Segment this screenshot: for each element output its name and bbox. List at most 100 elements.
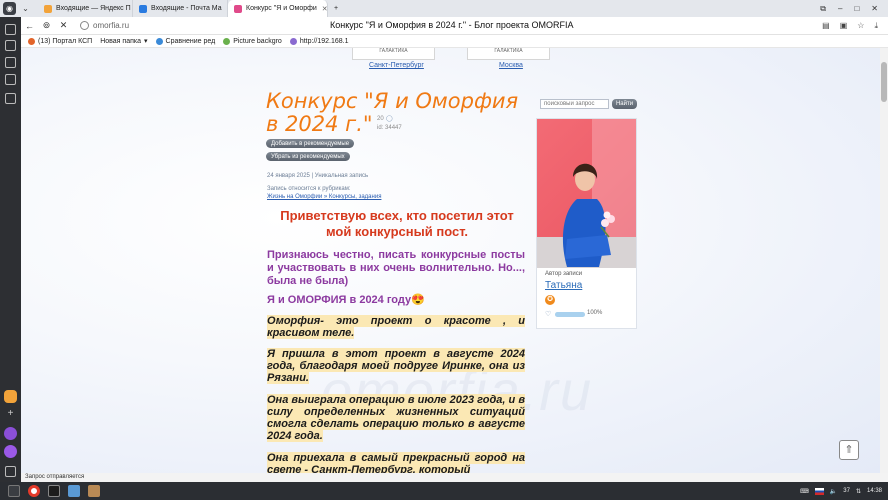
- city-link-spb[interactable]: Санкт-Петербург: [369, 62, 424, 69]
- paragraph-4: Она приехала в самый прекрасный город на…: [267, 452, 525, 473]
- volume-icon[interactable]: 🔈: [830, 488, 837, 495]
- add-panel-icon[interactable]: +: [5, 409, 16, 420]
- keyboard-layout-icon[interactable]: ⌨: [800, 488, 809, 495]
- network-icon[interactable]: ⇅: [856, 488, 861, 495]
- heart-icon: ♡: [545, 311, 552, 318]
- tabs-menu-button[interactable]: ⌄: [19, 2, 32, 15]
- site-info-icon[interactable]: ⊚: [38, 20, 55, 31]
- url-text: omorfia.ru: [93, 21, 130, 30]
- files-icon[interactable]: [68, 485, 80, 497]
- bookmark-star-icon[interactable]: ☆: [857, 21, 864, 31]
- rating-bar-fill: [555, 312, 585, 317]
- scroll-top-button[interactable]: ⇑: [839, 440, 859, 460]
- tab-omorfia[interactable]: Конкурс "Я и Оморфи ✕: [228, 0, 328, 17]
- rating-percent: 100%: [587, 310, 603, 316]
- rubric-links[interactable]: Жизнь на Оморфии » Конкурсы, задания: [267, 193, 381, 201]
- search-button[interactable]: Найти: [612, 99, 637, 109]
- chevron-down-icon: ▾: [144, 38, 148, 45]
- bookmark-favicon-icon: [289, 37, 297, 45]
- tab-bar: ◉ ⌄ Входящие — Яндекс П Входящие - Почта…: [0, 0, 888, 17]
- author-name-link[interactable]: Татьяна: [545, 280, 582, 291]
- maximize-icon[interactable]: □: [854, 4, 859, 14]
- messenger-app-icon[interactable]: [4, 427, 17, 440]
- yandex-browser-icon[interactable]: [28, 485, 40, 497]
- profile-button[interactable]: ◉: [3, 2, 16, 15]
- bookmark-favicon-icon: [223, 37, 231, 45]
- city-card-spb[interactable]: ГАЛАКТИКА: [352, 48, 435, 60]
- reader-icon[interactable]: ▤: [822, 21, 830, 31]
- search-input[interactable]: [540, 99, 609, 109]
- system-tray: ⌨ 🔈 37 ⇅ 14:38: [800, 487, 888, 495]
- address-bar-actions: ▤ ▣ ☆ ⤓: [822, 21, 888, 31]
- greeting-heading: Приветствую всех, кто посетил этот мой к…: [280, 208, 514, 239]
- omorfia-favicon-icon: [234, 4, 242, 13]
- tab-label: Входящие - Почта Ма: [151, 5, 222, 12]
- comment-bubble-icon: ◯: [386, 116, 393, 122]
- tab-yandex-mail[interactable]: Входящие — Яндекс П: [38, 0, 133, 17]
- tabs-icon[interactable]: [5, 74, 16, 85]
- star-badge-icon: ✪: [545, 295, 555, 305]
- post-date: 24 января 2025 | Уникальная запись: [267, 173, 369, 179]
- bookmark-favicon-icon: [28, 37, 35, 45]
- scrollbar-thumb[interactable]: [881, 62, 887, 102]
- bookmark-item[interactable]: Сравнение ред: [155, 37, 215, 45]
- mail-app-icon[interactable]: [4, 390, 17, 403]
- bookmark-folder[interactable]: Новая папка ▾: [100, 37, 148, 46]
- bookmark-item[interactable]: Picture backgro: [223, 37, 282, 45]
- city-card-msk[interactable]: ГАЛАКТИКА: [467, 48, 550, 60]
- battery-level[interactable]: 37: [843, 488, 850, 494]
- section-subtitle: Я и ОМОРФИЯ в 2024 году😍: [267, 294, 425, 306]
- alice-app-icon[interactable]: [4, 445, 17, 458]
- ru-flag-icon[interactable]: [814, 487, 824, 495]
- mail-favicon-icon: [44, 4, 52, 13]
- window-controls: ⧉ – □ ✕: [820, 4, 888, 14]
- collections-icon[interactable]: [5, 40, 16, 51]
- comments-count[interactable]: 20: [377, 116, 384, 122]
- history-icon[interactable]: [5, 57, 16, 68]
- new-tab-button[interactable]: +: [328, 0, 344, 17]
- close-tab-icon[interactable]: ✕: [322, 5, 327, 13]
- stop-loading-icon[interactable]: ✕: [55, 20, 72, 31]
- browser-sidebar: +: [0, 17, 21, 483]
- city-link-msk[interactable]: Москва: [499, 62, 523, 69]
- notes-icon[interactable]: [5, 93, 16, 104]
- views-label: id: 34447: [377, 125, 402, 131]
- tab-label: Входящие — Яндекс П: [56, 5, 131, 12]
- terminal-icon[interactable]: [48, 485, 60, 497]
- bookmark-item[interactable]: http://192.168.1: [289, 37, 348, 45]
- paragraph-2: Я пришла в этот проект в августе 2024 го…: [267, 348, 525, 384]
- settings-icon[interactable]: [5, 466, 16, 477]
- url-field[interactable]: omorfia.ru: [80, 21, 129, 30]
- paragraph-3: Она выиграла операцию в июле 2023 года, …: [267, 394, 525, 442]
- author-photo[interactable]: [537, 119, 636, 268]
- web-page: ГАЛАКТИКА Санкт-Петербург ГАЛАКТИКА Моск…: [21, 48, 888, 473]
- os-taskbar: ⌨ 🔈 37 ⇅ 14:38: [0, 482, 888, 500]
- lock-icon: [80, 21, 89, 30]
- page-title: Конкурс "Я и Оморфия в 2024 г." - Блог п…: [330, 20, 574, 30]
- start-menu-icon[interactable]: [8, 485, 20, 497]
- extensions-icon[interactable]: ▣: [840, 21, 848, 31]
- paragraph-1: Оморфия- это проект о красоте , и красив…: [267, 315, 525, 339]
- remove-recommended-button[interactable]: Убрать из рекомендуемых: [266, 152, 350, 161]
- downloads-icon[interactable]: ⤓: [874, 21, 878, 31]
- tab-label: Конкурс "Я и Оморфи: [246, 5, 317, 12]
- clock[interactable]: 14:38: [867, 488, 882, 494]
- archive-icon[interactable]: [88, 485, 100, 497]
- panel-icon[interactable]: [5, 24, 16, 35]
- close-window-icon[interactable]: ✕: [871, 4, 878, 14]
- bookmarks-bar: (13) Портал КСП Новая папка ▾ Сравнение р…: [0, 35, 888, 48]
- status-bar: Запрос отправляется: [21, 473, 888, 482]
- back-icon[interactable]: ←: [21, 21, 38, 31]
- bookmark-item[interactable]: (13) Портал КСП: [28, 37, 92, 45]
- author-caption: Автор записи: [545, 271, 583, 277]
- tab-mail-ru[interactable]: Входящие - Почта Ма: [133, 0, 228, 17]
- add-recommended-button[interactable]: Добавить в рекомендуемые: [266, 139, 355, 148]
- scrollbar[interactable]: [880, 48, 888, 473]
- views-count: 34447: [385, 125, 402, 131]
- author-photo-illustration: [537, 119, 636, 268]
- rubric-label: Запись относится к рубрикам:: [267, 186, 351, 192]
- intro-paragraph: Признаюсь честно, писать конкурсные пост…: [267, 249, 525, 287]
- minimize-icon[interactable]: –: [838, 4, 842, 14]
- rating-bar: [555, 312, 585, 317]
- bookmark-icon[interactable]: ⧉: [820, 4, 826, 14]
